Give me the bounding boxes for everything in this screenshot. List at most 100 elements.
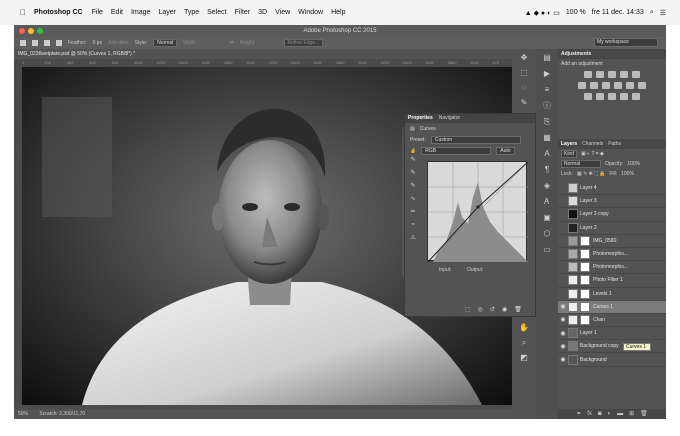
layer-row[interactable]: Layer 4 [558, 182, 666, 196]
glyph-icon[interactable]: Ꭺ [541, 197, 553, 207]
swatches-icon[interactable]: ▦ [541, 133, 553, 143]
layer-row[interactable]: Levels 1 [558, 288, 666, 301]
layer-name[interactable]: Photo Filter 1 [593, 277, 623, 283]
layer-name[interactable]: Layer 2 [580, 225, 597, 231]
link-layers-icon[interactable]: ⚭ [576, 409, 581, 419]
workspace-select[interactable]: My workspace [594, 38, 658, 47]
exposure-icon[interactable] [620, 71, 628, 78]
lasso-tool-icon[interactable]: ◌ [518, 83, 530, 93]
menu-list-icon[interactable]: ☰ [660, 9, 666, 17]
hand-tool-icon[interactable]: ✋ [518, 323, 530, 333]
layer-name[interactable]: Background [580, 357, 607, 363]
tab-layers[interactable]: Layers [561, 139, 577, 149]
visibility-eye-icon[interactable]: ◉ [558, 343, 568, 350]
status-icons[interactable]: ▲ ◆ ● ◐ ▭ [525, 9, 560, 17]
layer-thumbnail[interactable] [568, 249, 578, 260]
layer-name[interactable]: Curves 1 [593, 304, 613, 310]
layer-row[interactable]: Photo Filter 1 [558, 274, 666, 288]
layer-row[interactable]: Layer 2 copy [558, 208, 666, 222]
swap-icon[interactable]: ⇄ [229, 40, 233, 46]
visibility-eye-icon[interactable]: ◉ [558, 330, 568, 337]
color-lookup-icon[interactable] [638, 82, 646, 89]
lock-icons[interactable]: ▦ ✎ ✥ ⛶ 🔒 [577, 171, 605, 177]
refine-edge-button[interactable]: Refine Edge... [283, 39, 324, 47]
search-icon[interactable]: ⌕ [650, 9, 654, 17]
tab-navigator[interactable]: Navigator [439, 114, 460, 123]
character-icon[interactable]: A [541, 149, 553, 159]
curves-icon[interactable] [608, 71, 616, 78]
layer-thumbnail[interactable] [568, 209, 578, 220]
trash-icon[interactable]: 🗑 [640, 409, 648, 419]
zoom-tool-icon[interactable]: ⌕ [518, 338, 530, 348]
layer-name[interactable]: Chan [593, 317, 605, 323]
quick-select-icon[interactable]: ✎ [518, 98, 530, 108]
tab-paths[interactable]: Paths [608, 139, 621, 149]
marquee-tool-icon[interactable]: ⬚ [518, 68, 530, 78]
blend-mode-select[interactable]: Normal [561, 160, 601, 168]
layer-name[interactable]: Layer 2 copy [580, 211, 609, 217]
menu-filter[interactable]: Filter [235, 9, 251, 16]
delete-adjustment-icon[interactable]: 🗑 [514, 306, 522, 313]
layer-thumbnail[interactable] [568, 301, 578, 312]
layer-thumbnail[interactable] [568, 235, 578, 246]
marquee-tool-icon[interactable] [20, 40, 26, 46]
menu-layer[interactable]: Layer [158, 9, 176, 16]
layer-row[interactable]: Photomorphis... [558, 248, 666, 262]
tab-properties[interactable]: Properties [408, 114, 433, 123]
layer-thumbnail[interactable] [568, 354, 578, 365]
new-adjustment-icon[interactable]: ◐ [608, 409, 612, 419]
menu-3d[interactable]: 3D [258, 9, 267, 16]
layer-mask-thumbnail[interactable] [580, 262, 590, 273]
color-swatch-icon[interactable]: ◩ [518, 353, 530, 363]
menu-file[interactable]: File [92, 9, 103, 16]
menu-view[interactable]: View [275, 9, 290, 16]
layer-name[interactable]: Levels 1 [593, 291, 612, 297]
vibrance-icon[interactable] [632, 71, 640, 78]
menu-image[interactable]: Image [131, 9, 150, 16]
minimize-window-button[interactable] [28, 28, 34, 34]
invert-icon[interactable] [584, 93, 592, 100]
new-group-icon[interactable]: ▬ [617, 409, 623, 419]
clone-source-icon[interactable]: ⎘ [541, 117, 553, 127]
channel-select[interactable]: RGB [421, 146, 492, 155]
layer-row[interactable]: Photomorphis... [558, 261, 666, 275]
actions-icon[interactable]: ▶ [541, 69, 553, 79]
zoom-level[interactable]: 50% [18, 411, 28, 417]
layer-name[interactable]: Layer 4 [580, 185, 597, 191]
info-icon[interactable]: ⓘ [541, 101, 553, 111]
layer-mask-thumbnail[interactable] [580, 288, 590, 299]
fill-value[interactable]: 100% [621, 171, 634, 177]
menu-select[interactable]: Select [207, 9, 226, 16]
layer-thumbnail[interactable] [568, 196, 578, 207]
layer-thumbnail[interactable] [568, 341, 578, 352]
reset-icon[interactable]: ↺ [490, 306, 495, 313]
clip-to-layer-icon[interactable]: ⬚ [465, 306, 471, 313]
menu-type[interactable]: Type [184, 9, 199, 16]
adjustments-title[interactable]: Adjustments [558, 49, 666, 59]
visibility-eye-icon[interactable]: ◉ [558, 303, 568, 310]
layer-row[interactable]: IMG_0580 [558, 235, 666, 248]
clipping-warning-icon[interactable]: ⚠ [408, 234, 418, 242]
layer-row[interactable]: ◉ Curves 1 [558, 300, 666, 314]
layer-thumbnail[interactable] [568, 275, 578, 286]
layer-name[interactable]: IMG_0580 [593, 238, 616, 244]
scratch-info[interactable]: Scratch: 2,300/11,70 [39, 411, 85, 417]
new-layer-icon[interactable]: ⊞ [629, 409, 634, 419]
smooth-curve-icon[interactable]: ≈ [408, 221, 418, 229]
move-tool-icon[interactable]: ✥ [518, 53, 530, 63]
layer-row[interactable]: Layer 3 [558, 195, 666, 209]
posterize-icon[interactable] [596, 93, 604, 100]
clock[interactable]: fre 11 dec. 14:33 [592, 9, 644, 16]
3d-icon[interactable]: ⬡ [541, 229, 553, 239]
white-point-eyedropper-icon[interactable]: ✎ [408, 182, 418, 190]
threshold-icon[interactable] [608, 93, 616, 100]
channel-mixer-icon[interactable] [626, 82, 634, 89]
layer-mask-thumbnail[interactable] [580, 314, 590, 325]
subtract-selection-icon[interactable] [56, 40, 62, 46]
layer-name[interactable]: Layer 1 [580, 330, 597, 336]
curves-graph[interactable] [426, 160, 530, 264]
zoom-window-button[interactable] [37, 28, 43, 34]
add-mask-icon[interactable]: ◙ [598, 409, 602, 419]
apple-icon[interactable]:  [20, 8, 26, 17]
menu-help[interactable]: Help [331, 9, 345, 16]
